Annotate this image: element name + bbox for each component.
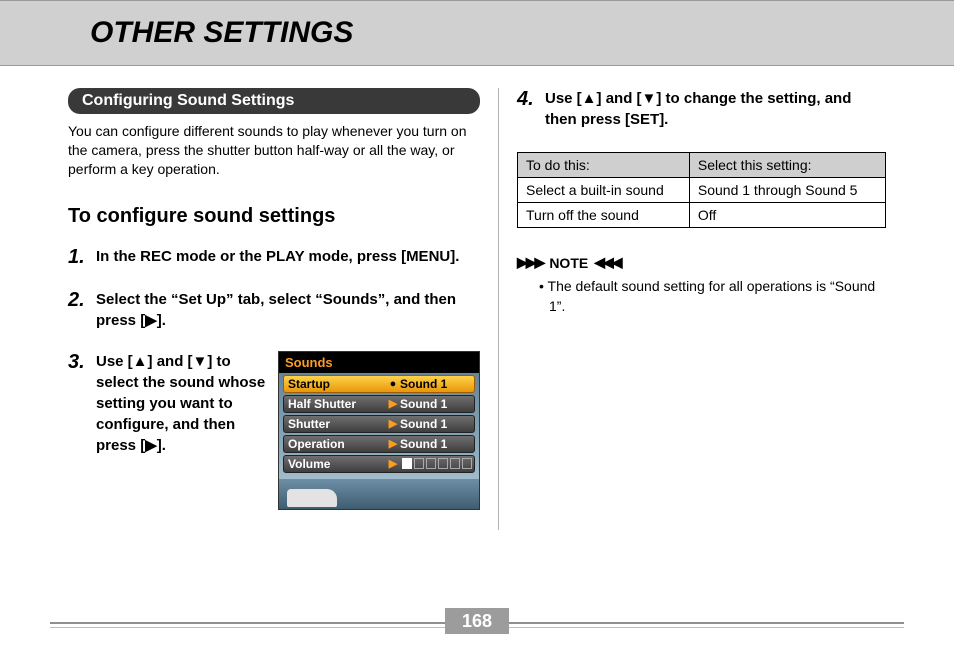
step-4: 4. Use [▲] and [▼] to change the setting… <box>517 88 886 130</box>
sub-heading: To configure sound settings <box>68 205 480 228</box>
table-header: Select this setting: <box>689 153 885 178</box>
step-number: 4. <box>517 88 545 130</box>
note-left-icon: ▶▶▶ <box>517 254 543 271</box>
volume-bar-icon <box>402 458 412 469</box>
note-label: NOTE <box>549 255 588 271</box>
table-row: Select a built-in sound Sound 1 through … <box>518 178 886 203</box>
volume-bars <box>400 458 472 469</box>
sounds-row-value: Sound 1 <box>400 377 472 391</box>
sounds-row-half-shutter: Half Shutter ▶ Sound 1 <box>283 395 475 413</box>
note-body: • The default sound setting for all oper… <box>517 277 886 316</box>
intro-text: You can configure different sounds to pl… <box>68 122 480 179</box>
footer: 168 <box>50 596 904 628</box>
volume-bar-icon <box>414 458 424 469</box>
sounds-row-label: Startup <box>286 377 386 391</box>
table-cell: Off <box>689 203 885 228</box>
sounds-row-operation: Operation ▶ Sound 1 <box>283 435 475 453</box>
chevron-right-icon: ▶ <box>386 457 400 470</box>
note-right-icon: ◀◀◀ <box>594 254 620 271</box>
sounds-row-label: Operation <box>286 437 386 451</box>
step-2: 2. Select the “Set Up” tab, select “Soun… <box>68 289 480 331</box>
page-number: 168 <box>445 608 509 634</box>
volume-bar-icon <box>450 458 460 469</box>
background-photo <box>279 479 479 509</box>
left-column: Configuring Sound Settings You can confi… <box>50 88 499 530</box>
table-cell: Sound 1 through Sound 5 <box>689 178 885 203</box>
step-text: Select the “Set Up” tab, select “Sounds”… <box>96 289 480 331</box>
table-cell: Turn off the sound <box>518 203 690 228</box>
section-heading: Configuring Sound Settings <box>68 88 480 114</box>
sounds-row-value: Sound 1 <box>400 417 472 431</box>
volume-bar-icon <box>438 458 448 469</box>
sounds-menu-title: Sounds <box>279 352 479 373</box>
step-text: In the REC mode or the PLAY mode, press … <box>96 246 459 269</box>
page-title: OTHER SETTINGS <box>90 16 353 50</box>
table-header-row: To do this: Select this setting: <box>518 153 886 178</box>
step-text: Use [▲] and [▼] to change the setting, a… <box>545 88 886 130</box>
sounds-row-label: Shutter <box>286 417 386 431</box>
step-1: 1. In the REC mode or the PLAY mode, pre… <box>68 246 480 269</box>
settings-table: To do this: Select this setting: Select … <box>517 152 886 228</box>
chevron-right-icon: ▶ <box>386 417 400 430</box>
right-column: 4. Use [▲] and [▼] to change the setting… <box>499 88 904 530</box>
sounds-menu-screenshot: Sounds Startup ● Sound 1 Half Shutter ▶ … <box>278 351 480 510</box>
header-bar: OTHER SETTINGS <box>0 0 954 66</box>
table-header: To do this: <box>518 153 690 178</box>
boat-illustration <box>287 489 337 507</box>
step-number: 3. <box>68 351 96 510</box>
sounds-row-label: Half Shutter <box>286 397 386 411</box>
sounds-row-shutter: Shutter ▶ Sound 1 <box>283 415 475 433</box>
sounds-menu-rows: Startup ● Sound 1 Half Shutter ▶ Sound 1… <box>279 373 479 479</box>
content-area: Configuring Sound Settings You can confi… <box>0 66 954 530</box>
sounds-row-value: Sound 1 <box>400 437 472 451</box>
step-3: 3. Use [▲] and [▼] to select the sound w… <box>68 351 480 510</box>
step-number: 2. <box>68 289 96 331</box>
sounds-row-value: Sound 1 <box>400 397 472 411</box>
note-header: ▶▶▶ NOTE ◀◀◀ <box>517 254 886 271</box>
volume-bar-icon <box>462 458 472 469</box>
sounds-row-volume: Volume ▶ <box>283 455 475 473</box>
volume-bar-icon <box>426 458 436 469</box>
sounds-row-startup: Startup ● Sound 1 <box>283 375 475 393</box>
chevron-right-icon: ▶ <box>386 437 400 450</box>
step-number: 1. <box>68 246 96 269</box>
table-row: Turn off the sound Off <box>518 203 886 228</box>
selection-dot-icon: ● <box>386 378 400 390</box>
sounds-row-label: Volume <box>286 457 386 471</box>
step-text: Use [▲] and [▼] to select the sound whos… <box>96 351 266 456</box>
table-cell: Select a built-in sound <box>518 178 690 203</box>
chevron-right-icon: ▶ <box>386 397 400 410</box>
